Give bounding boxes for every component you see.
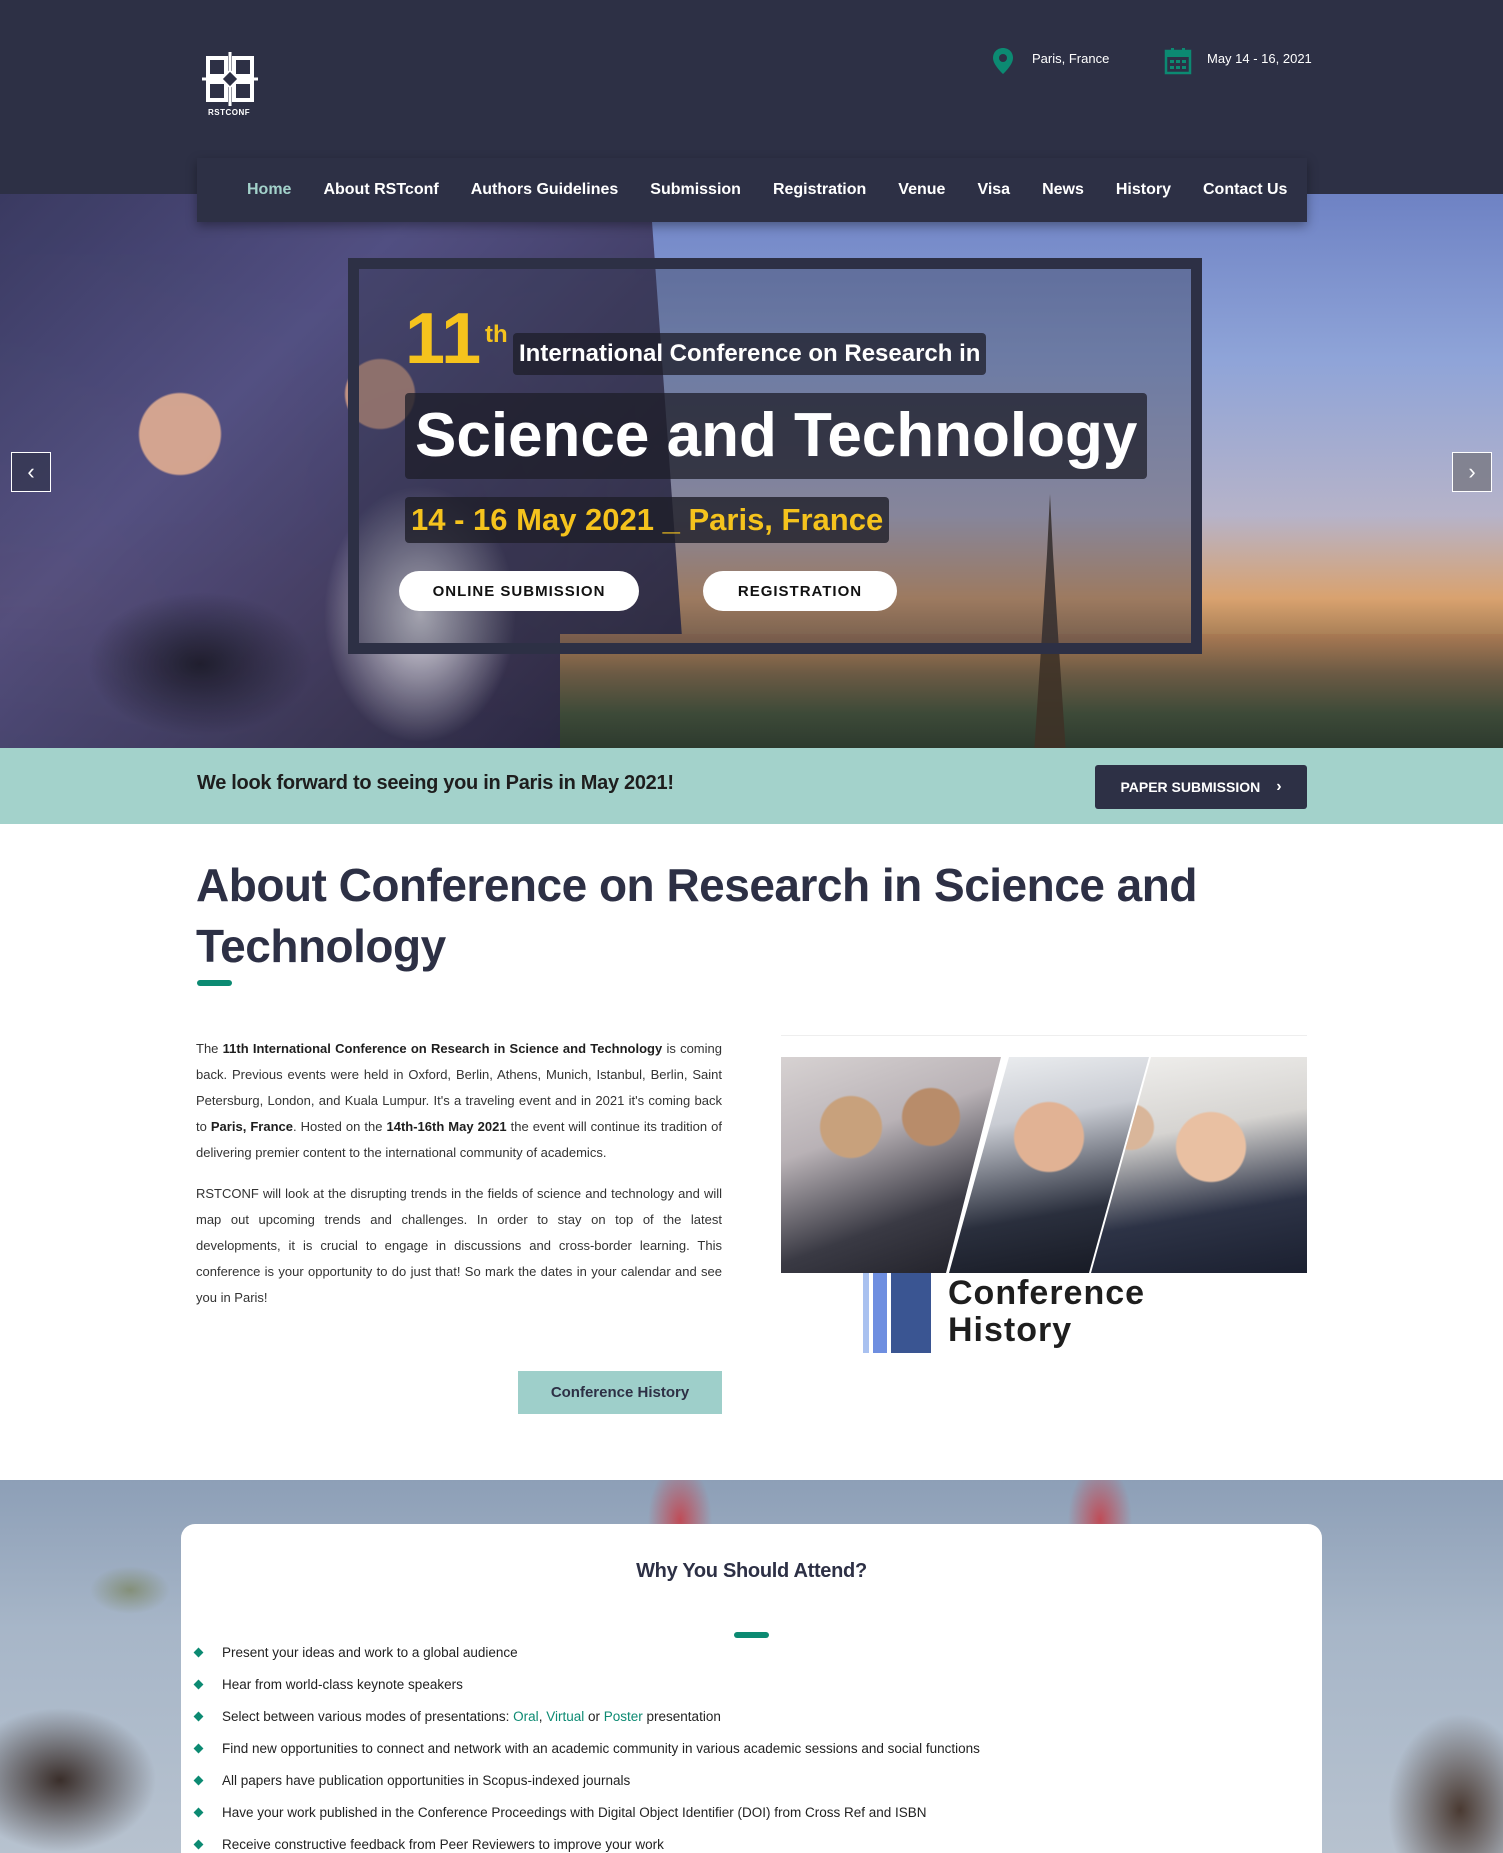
bullet-icon	[193, 1743, 204, 1754]
about-title: About Conference on Research in Science …	[196, 859, 1197, 972]
nav-item-history[interactable]: History	[1116, 181, 1171, 199]
nav-item-visa[interactable]: Visa	[977, 181, 1010, 199]
why-attend-list: Present your ideas and work to a global …	[193, 1646, 980, 1853]
bullet-icon	[193, 1711, 204, 1722]
why-attend-underline	[734, 1632, 769, 1638]
paper-submission-label: PAPER SUBMISSION	[1120, 779, 1261, 795]
hero-date-location: 14 - 16 May 2021 _ Paris, France	[405, 497, 890, 543]
site-logo[interactable]: RSTCONF	[200, 50, 262, 122]
about-title-underline	[197, 980, 232, 986]
hero-subtitle: International Conference on Research in	[513, 333, 987, 375]
bullet-icon	[193, 1775, 204, 1786]
nav-item-submission[interactable]: Submission	[650, 181, 741, 199]
why-attend-card: Why You Should Attend? Present your idea…	[181, 1524, 1322, 1853]
conference-photos	[781, 1057, 1307, 1273]
nav-item-authors-guidelines[interactable]: Authors Guidelines	[471, 181, 619, 199]
bullet-icon	[193, 1807, 204, 1818]
about-text: The 11th International Conference on Res…	[196, 1036, 722, 1326]
history-card-title: Conference History	[948, 1274, 1146, 1349]
nav-item-contact[interactable]: Contact Us	[1203, 181, 1287, 199]
nav-item-venue[interactable]: Venue	[898, 181, 945, 199]
conference-history-button[interactable]: Conference History	[518, 1371, 722, 1414]
location-text: Paris, France	[1032, 50, 1110, 66]
header-dates: May 14 - 16, 2021	[1163, 46, 1312, 76]
cta-strip: We look forward to seeing you in Paris i…	[0, 748, 1503, 824]
cta-text: We look forward to seeing you in Paris i…	[197, 772, 674, 794]
map-pin-icon	[988, 46, 1018, 76]
hero-next-button[interactable]: ›	[1452, 452, 1492, 492]
list-item: Select between various modes of presenta…	[193, 1709, 980, 1742]
dates-text: May 14 - 16, 2021	[1207, 50, 1312, 66]
hero-banner: 11 th International Conference on Resear…	[348, 258, 1202, 654]
oral-link[interactable]: Oral	[513, 1709, 539, 1724]
bullet-icon	[193, 1679, 204, 1690]
paper-submission-button[interactable]: PAPER SUBMISSION ›	[1095, 765, 1307, 809]
poster-link[interactable]: Poster	[604, 1709, 643, 1724]
hero-prev-button[interactable]: ‹	[11, 452, 51, 492]
why-attend-section: Why You Should Attend? Present your idea…	[0, 1480, 1503, 1853]
list-item: Receive constructive feedback from Peer …	[193, 1838, 980, 1853]
divider	[781, 1035, 1307, 1036]
list-item: Find new opportunities to connect and ne…	[193, 1742, 980, 1774]
nav-item-news[interactable]: News	[1042, 181, 1084, 199]
chevron-left-icon: ‹	[27, 459, 35, 484]
list-item: Present your ideas and work to a global …	[193, 1646, 980, 1678]
hero-edition-ordinal: th	[485, 321, 508, 348]
history-decor-bars	[863, 1273, 937, 1353]
registration-button[interactable]: REGISTRATION	[703, 571, 897, 611]
conference-history-image[interactable]: Conference History	[781, 1035, 1307, 1355]
nav-item-home[interactable]: Home	[247, 181, 291, 199]
bullet-icon	[193, 1839, 204, 1850]
main-nav: Home About RSTconf Authors Guidelines Su…	[197, 158, 1307, 222]
hero-edition-number: 11	[405, 299, 482, 379]
bullet-icon	[193, 1647, 204, 1658]
hero-title: Science and Technology	[405, 393, 1148, 479]
logo-mark-icon	[202, 52, 258, 106]
virtual-link[interactable]: Virtual	[546, 1709, 584, 1724]
about-paragraph-2: RSTCONF will look at the disrupting tren…	[196, 1186, 722, 1305]
calendar-icon	[1163, 46, 1193, 76]
chevron-right-icon: ›	[1276, 778, 1282, 795]
chevron-right-icon: ›	[1468, 459, 1476, 484]
nav-item-about[interactable]: About RSTconf	[323, 181, 438, 199]
logo-text: RSTCONF	[208, 108, 251, 117]
header-location: Paris, France	[988, 46, 1109, 76]
online-submission-button[interactable]: ONLINE SUBMISSION	[399, 571, 639, 611]
nav-item-registration[interactable]: Registration	[773, 181, 866, 199]
list-item: Hear from world-class keynote speakers	[193, 1678, 980, 1710]
list-item: Have your work published in the Conferen…	[193, 1806, 980, 1838]
why-attend-title: Why You Should Attend?	[636, 1560, 867, 1582]
list-item: All papers have publication opportunitie…	[193, 1774, 980, 1806]
about-paragraph-1: The 11th International Conference on Res…	[196, 1041, 723, 1160]
